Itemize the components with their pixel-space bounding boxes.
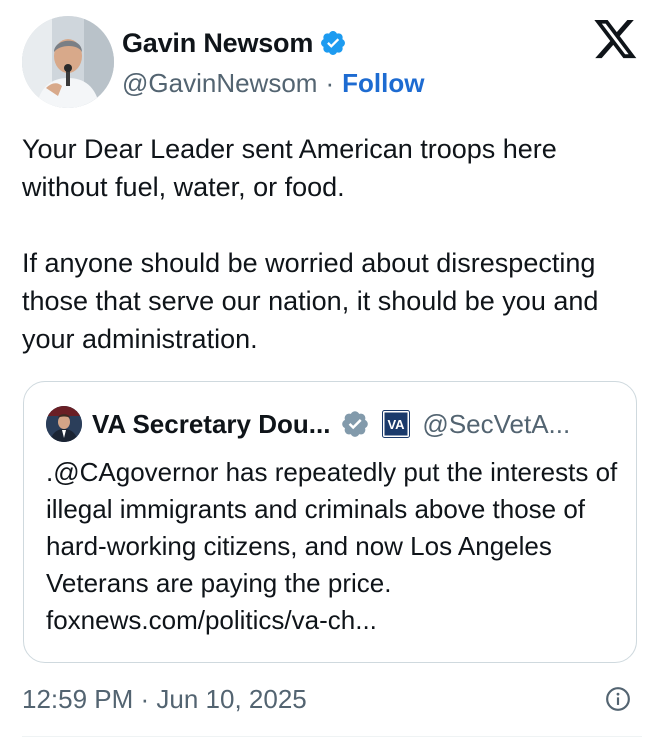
divider	[22, 736, 642, 737]
quoted-tweet[interactable]: VA Secretary Dou... VA @SecVetA... .@CAg…	[23, 381, 637, 663]
tweet-body: Your Dear Leader sent American troops he…	[22, 130, 642, 358]
gray-verified-badge-icon[interactable]	[340, 409, 370, 439]
separator-dot: ·	[325, 68, 335, 98]
author-display-name[interactable]: Gavin Newsom	[122, 26, 313, 60]
x-logo-icon[interactable]	[594, 20, 638, 60]
quoted-author-avatar[interactable]	[46, 406, 82, 442]
author-avatar[interactable]	[22, 16, 114, 108]
author-name-row: Gavin Newsom	[122, 26, 347, 60]
quoted-author-name[interactable]: VA Secretary Dou...	[92, 407, 330, 441]
va-badge-text: VA	[388, 417, 406, 432]
avatar-image	[22, 16, 114, 108]
tweet-card: Gavin Newsom @GavinNewsom · Follow Your …	[0, 0, 671, 739]
tweet-timestamp[interactable]: 12:59 PM · Jun 10, 2025	[22, 682, 307, 716]
quoted-tweet-text: .@CAgovernor has repeatedly put the inte…	[46, 457, 618, 635]
author-handle[interactable]: @GavinNewsom	[122, 66, 317, 100]
quoted-tweet-header: VA Secretary Dou... VA @SecVetA...	[46, 406, 570, 442]
author-handle-row: @GavinNewsom · Follow	[122, 66, 424, 100]
tweet-paragraph: Your Dear Leader sent American troops he…	[22, 134, 557, 202]
info-icon[interactable]	[605, 686, 631, 712]
verified-badge-icon[interactable]	[319, 29, 347, 57]
quoted-author-handle[interactable]: @SecVetA...	[422, 407, 570, 441]
follow-button[interactable]: Follow	[342, 66, 424, 100]
va-affiliation-badge-icon[interactable]: VA	[382, 410, 411, 438]
tweet-paragraph: If anyone should be worried about disres…	[22, 248, 599, 354]
